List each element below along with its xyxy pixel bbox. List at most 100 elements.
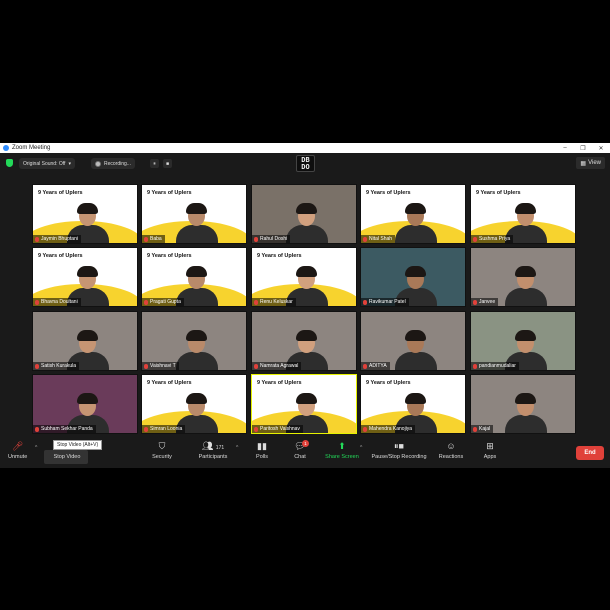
zoom-window: Zoom Meeting – ❐ ✕ Original Sound: Off ▾… bbox=[0, 143, 610, 468]
participant-tile[interactable]: Vaishnavi T bbox=[141, 311, 247, 371]
mic-off-icon: 🎤︎ bbox=[11, 441, 24, 451]
close-button[interactable]: ✕ bbox=[592, 145, 610, 152]
participant-tile[interactable]: 9 Years of Uplers Bhavna Doultani bbox=[32, 247, 138, 307]
participant-name: Renu Keluskar bbox=[260, 299, 293, 305]
security-button[interactable]: ⛉ Security bbox=[148, 441, 176, 460]
mic-off-icon bbox=[473, 236, 477, 242]
mic-off-icon bbox=[363, 299, 367, 305]
apps-label: Apps bbox=[483, 454, 497, 460]
participants-options-caret[interactable]: ^ bbox=[236, 445, 238, 451]
mic-off-icon bbox=[35, 426, 39, 432]
meeting-top-bar: Original Sound: Off ▾ Recording... ⏸ ■ D… bbox=[0, 153, 610, 173]
participant-name-bar: Ravikumar Patel bbox=[361, 298, 409, 306]
share-options-caret[interactable]: ^ bbox=[360, 445, 362, 451]
polls-label: Polls bbox=[256, 454, 268, 460]
participant-name: ADITYA bbox=[369, 363, 387, 369]
mic-off-icon bbox=[363, 426, 367, 432]
participant-name: Namrata Agrawal bbox=[260, 363, 299, 369]
participants-icon: 👥︎ 171 bbox=[201, 441, 225, 451]
participant-tile[interactable]: 9 Years of Uplers Jaymin Bhuptani bbox=[32, 184, 138, 244]
shield-icon: ⛉ bbox=[158, 441, 166, 451]
polls-button[interactable]: ▮▮ Polls bbox=[252, 441, 272, 460]
participant-tile[interactable]: Janvee bbox=[470, 247, 576, 307]
chat-label: Chat bbox=[294, 454, 306, 460]
participant-tile[interactable]: 9 Years of Uplers Sushma Priya bbox=[470, 184, 576, 244]
participant-name: Janvee bbox=[479, 299, 496, 305]
participant-name: Nital Shah bbox=[369, 236, 393, 242]
meeting-logo: DB DO bbox=[296, 155, 315, 172]
bar-chart-icon: ▮▮ bbox=[257, 441, 267, 451]
unmute-button[interactable]: 🎤︎ Unmute bbox=[8, 441, 27, 460]
mic-off-icon bbox=[473, 363, 477, 369]
participant-name: Satish Kurakula bbox=[41, 363, 77, 369]
participant-name: Sushma Priya bbox=[479, 236, 511, 242]
participant-name: Paritosh Vaishnav bbox=[260, 426, 300, 432]
participant-name-bar: Vaishnavi T bbox=[142, 362, 179, 370]
meeting-toolbar: Stop Video (Alt+V) 🎤︎ Unmute ^ Stop Vide… bbox=[0, 438, 610, 468]
participant-name: Rahul Doshi bbox=[260, 236, 288, 242]
apps-button[interactable]: ⊞ Apps bbox=[480, 441, 500, 460]
participants-label: Participants bbox=[198, 454, 228, 460]
participant-name: pandianmudaliar bbox=[479, 363, 516, 369]
participant-name: Vaishnavi T bbox=[150, 363, 176, 369]
participant-name-bar: Namrata Agrawal bbox=[252, 362, 302, 370]
shield-icon[interactable] bbox=[6, 159, 13, 167]
participant-tile[interactable]: 9 Years of Uplers Paritosh Vaishnav bbox=[251, 374, 357, 434]
original-sound-toggle[interactable]: Original Sound: Off ▾ bbox=[19, 158, 75, 169]
participant-tile[interactable]: ADITYA bbox=[360, 311, 466, 371]
pause-stop-recording-label: Pause/Stop Recording bbox=[371, 454, 427, 460]
mic-off-icon bbox=[254, 363, 258, 369]
participant-tile[interactable]: 9 Years of Uplers Mahendra Kanojiya bbox=[360, 374, 466, 434]
participant-name: Simran Loonia bbox=[150, 426, 183, 432]
participant-tile[interactable]: 9 Years of Uplers Renu Keluskar bbox=[251, 247, 357, 307]
participants-count: 171 bbox=[215, 445, 225, 451]
mic-off-icon bbox=[363, 363, 367, 369]
maximize-button[interactable]: ❐ bbox=[574, 145, 592, 152]
mic-off-icon bbox=[473, 426, 477, 432]
brand-text: 9 Years of Uplers bbox=[38, 253, 83, 259]
participant-tile[interactable]: Satish Kurakula bbox=[32, 311, 138, 371]
participant-name-bar: Jaymin Bhuptani bbox=[33, 235, 81, 243]
mic-off-icon bbox=[144, 299, 148, 305]
stop-recording-button[interactable]: ■ bbox=[163, 159, 172, 168]
stop-video-button[interactable]: Stop Video bbox=[50, 441, 84, 460]
participant-tile[interactable]: 9 Years of Uplers Baba bbox=[141, 184, 247, 244]
window-title: Zoom Meeting bbox=[12, 145, 51, 151]
participant-tile[interactable]: 9 Years of Uplers Pragati Gupta bbox=[141, 247, 247, 307]
participant-name: Ravikumar Patel bbox=[369, 299, 406, 305]
view-button[interactable]: ▦ View bbox=[576, 157, 605, 169]
pause-stop-icon: ⏸■ bbox=[394, 441, 404, 451]
brand-text: 9 Years of Uplers bbox=[476, 190, 521, 196]
participant-name-bar: Sushma Priya bbox=[471, 235, 514, 243]
participant-tile[interactable]: 9 Years of Uplers Nital Shah bbox=[360, 184, 466, 244]
participant-tile[interactable]: pandianmudaliar bbox=[470, 311, 576, 371]
apps-icon: ⊞ bbox=[486, 441, 494, 451]
stop-video-label: Stop Video bbox=[53, 454, 81, 460]
reactions-button[interactable]: ☺︎ Reactions bbox=[436, 441, 466, 460]
participant-tile[interactable]: Namrata Agrawal bbox=[251, 311, 357, 371]
participant-name-bar: Subham Sekhar Panda bbox=[33, 425, 96, 433]
share-screen-button[interactable]: ⬆︎ Share Screen bbox=[323, 441, 361, 460]
pause-recording-button[interactable]: ⏸ bbox=[150, 159, 159, 168]
participant-name-bar: Renu Keluskar bbox=[252, 298, 296, 306]
participant-tile[interactable]: Rahul Doshi bbox=[251, 184, 357, 244]
pause-stop-recording-button[interactable]: ⏸■ Pause/Stop Recording bbox=[368, 441, 430, 460]
participant-tile[interactable]: Ravikumar Patel bbox=[360, 247, 466, 307]
participant-tile[interactable]: Subham Sekhar Panda bbox=[32, 374, 138, 434]
original-sound-label: Original Sound: Off bbox=[23, 160, 66, 167]
participant-name-bar: Baba bbox=[142, 235, 165, 243]
brand-text: 9 Years of Uplers bbox=[366, 190, 411, 196]
participants-button[interactable]: 👥︎ 171 Participants bbox=[193, 441, 233, 460]
video-camera-icon bbox=[50, 441, 84, 451]
reactions-label: Reactions bbox=[438, 454, 464, 460]
audio-options-caret[interactable]: ^ bbox=[35, 445, 37, 451]
participant-tile[interactable]: Kajal bbox=[470, 374, 576, 434]
participant-name: Jaymin Bhuptani bbox=[41, 236, 78, 242]
participant-name-bar: Rahul Doshi bbox=[252, 235, 291, 243]
mic-off-icon bbox=[363, 236, 367, 242]
minimize-button[interactable]: – bbox=[556, 145, 574, 151]
participant-name: Subham Sekhar Panda bbox=[41, 426, 93, 432]
emoji-icon: ☺︎ bbox=[446, 441, 456, 451]
participant-tile[interactable]: 9 Years of Uplers Simran Loonia bbox=[141, 374, 247, 434]
end-meeting-button[interactable]: End bbox=[576, 446, 604, 460]
